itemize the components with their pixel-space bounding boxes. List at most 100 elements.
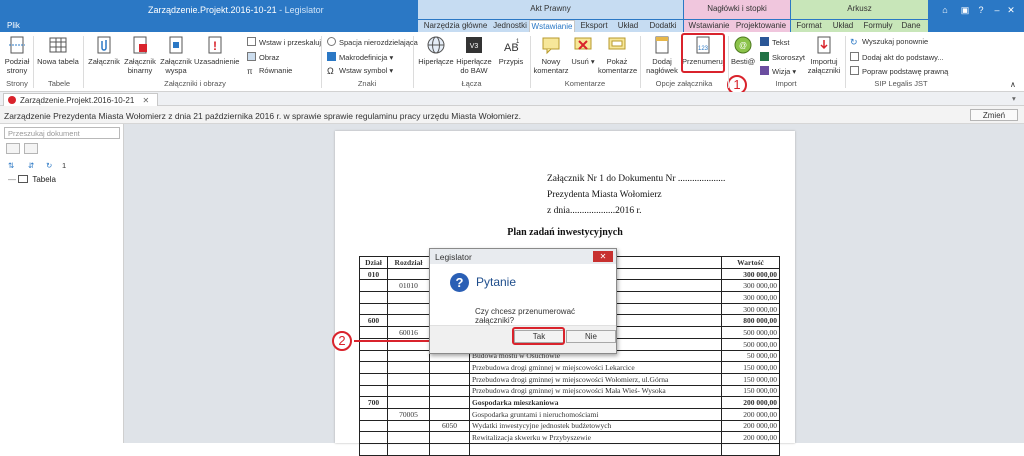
table-cell-name: Przebudowa drogi gminnej w miejscowości …: [469, 372, 722, 386]
skoroszyt-button[interactable]: Skoroszyt: [760, 52, 805, 62]
table-cell-rozdzial: [387, 361, 430, 374]
tab-projektowanie[interactable]: Projektowanie: [734, 20, 788, 32]
minimize-icon[interactable]: –: [990, 4, 1004, 16]
uzasadnienie-button[interactable]: ! Uzasadnienie: [194, 35, 239, 66]
table-cell-value: 300 000,00: [721, 267, 780, 281]
dodaj-akt-button[interactable]: Dodaj akt do podstawy...: [850, 52, 944, 62]
lock-icon[interactable]: ▣: [958, 4, 972, 16]
tab-narzedzia-glowne[interactable]: Narzędzia główne: [419, 20, 492, 32]
callout-number-2: 2: [332, 331, 352, 351]
zmien-button[interactable]: Zmień: [970, 109, 1018, 121]
podzial-strony-button[interactable]: Podział strony: [3, 35, 31, 75]
wstaw-przeskaluj-button[interactable]: Wstaw i przeskaluj: [247, 37, 321, 47]
przypis-button[interactable]: AB 1 Przypis: [496, 35, 526, 66]
tab-dodatki[interactable]: Dodatki: [644, 20, 682, 32]
tab-formuly[interactable]: Formuły: [861, 20, 895, 32]
table-row[interactable]: Rewitalizacja skwerku w Przybyszewie 200 …: [359, 431, 780, 444]
nowy-komentarz-button[interactable]: Nowy komentarz: [533, 35, 569, 75]
popraw-podstawe-button[interactable]: Popraw podstawę prawną: [850, 66, 948, 76]
pokaz-komentarze-button[interactable]: Pokaż komentarze: [598, 35, 637, 75]
rownanie-button[interactable]: π Równanie: [247, 66, 292, 76]
table-cell-value: 200 000,00: [721, 396, 780, 409]
group-label-komentarze: Komentarze: [564, 79, 606, 88]
globe-icon: [427, 36, 445, 54]
importuj-zalaczniki-button[interactable]: Importuj załączniki: [806, 35, 842, 75]
table-row[interactable]: Przebudowa drogi gminnej w miejscowości …: [359, 384, 780, 398]
wstaw-symbol-button[interactable]: Ω Wstaw symbol ▾: [327, 66, 393, 76]
table-row[interactable]: Przebudowa drogi gminnej w miejscowości …: [359, 372, 780, 386]
table-cell-rozdzial: [387, 372, 430, 386]
search-input[interactable]: Przeszukaj dokument: [4, 127, 120, 139]
table-row[interactable]: Przebudowa drogi gminnej w miejscowości …: [359, 361, 780, 374]
sidebar-tab-structure[interactable]: [6, 143, 20, 154]
makrodefinicja-button[interactable]: Makrodefinicja ▾: [327, 52, 393, 62]
baw-icon: V3: [466, 37, 482, 53]
collapse-ribbon-icon[interactable]: ∧: [1010, 80, 1016, 89]
usun-button[interactable]: Usuń ▾: [570, 35, 596, 66]
svg-text:!: !: [213, 39, 217, 53]
zalacznik-binarny-button[interactable]: Załącznik binarny: [122, 35, 158, 75]
plan-title: Plan zadań inwestycyjnych: [507, 227, 623, 238]
table-cell-name: Wydatki inwestycyjne jednostek budżetowy…: [469, 419, 722, 433]
wyszukaj-ponownie-button[interactable]: ↻ Wyszukaj ponownie: [850, 37, 928, 47]
dodaj-naglowek-button[interactable]: Dodaj nagłówek: [645, 35, 679, 75]
table-header-cell: Wartość: [721, 256, 780, 269]
highlight-przenumeruj: [681, 33, 725, 73]
refresh-tree-icon[interactable]: ↻: [46, 161, 52, 170]
table-row[interactable]: 700 Gospodarka mieszkaniowa 200 000,00: [359, 396, 780, 409]
table-cell-par: [429, 396, 470, 409]
wizja-button[interactable]: Wizja ▾: [760, 66, 796, 76]
tab-plik[interactable]: Plik: [0, 20, 34, 32]
home-icon[interactable]: ⌂: [938, 4, 952, 16]
table-cell-value: 500 000,00: [721, 326, 780, 339]
table-cell-rozdzial: 01010: [387, 279, 430, 293]
hiperlacze-baw-button[interactable]: V3 Hiperłącze do BAW: [455, 35, 493, 75]
table-row[interactable]: [359, 443, 780, 456]
tab-wstawianie-naglowki[interactable]: Wstawianie: [686, 20, 732, 32]
besti-button[interactable]: @ Besti@: [731, 35, 755, 66]
tab-jednostki[interactable]: Jednostki: [492, 20, 528, 32]
table-cell-par: [429, 443, 470, 456]
equation-icon: π: [247, 67, 253, 76]
hiperlacze-button[interactable]: Hiperłącze: [418, 35, 454, 66]
close-tab-icon[interactable]: ✕: [143, 96, 150, 105]
table-header-cell: Rozdział: [387, 256, 430, 269]
help-icon[interactable]: ?: [974, 4, 988, 16]
tab-eksport[interactable]: Eksport: [576, 20, 612, 32]
table-cell-value: 50 000,00: [721, 349, 780, 363]
nowa-tabela-button[interactable]: Nowa tabela: [37, 35, 79, 66]
add-act-icon: [850, 52, 859, 61]
zalacznik-wyspa-button[interactable]: Załącznik wyspa: [159, 35, 193, 75]
image-icon: [247, 52, 256, 61]
tab-format[interactable]: Format: [793, 20, 825, 32]
tree-item-tabela[interactable]: — Tabela: [8, 175, 56, 184]
window-title: Zarządzenie.Projekt.2016-10-21 - Legisla…: [148, 5, 324, 15]
table-row[interactable]: 6050 Wydatki inwestycyjne jednostek budże…: [359, 419, 780, 433]
tab-list-icon[interactable]: ▾: [1012, 94, 1016, 103]
table-row[interactable]: 70005 Gospodarka gruntami i nieruchomości…: [359, 407, 780, 421]
dialog-close-button[interactable]: ✕: [593, 251, 613, 262]
spacja-button[interactable]: Spacja nierozdzielająca: [327, 37, 418, 47]
add-header-icon: [655, 36, 669, 54]
no-button[interactable]: Nie: [566, 330, 616, 343]
tekst-button[interactable]: Tekst: [760, 37, 790, 47]
sidebar-tab-pages[interactable]: [24, 143, 38, 154]
highlight-yes-button: [512, 327, 565, 345]
table-cell-par: [429, 361, 470, 374]
tab-uklad[interactable]: Układ: [613, 20, 643, 32]
tab-dane[interactable]: Dane: [897, 20, 925, 32]
tab-uklad-arkusz[interactable]: Układ: [828, 20, 858, 32]
expand-icon[interactable]: ⇅: [8, 161, 14, 170]
table-cell-par: [429, 431, 470, 444]
svg-text:@: @: [739, 41, 747, 50]
obraz-button[interactable]: Obraz: [247, 52, 279, 62]
dialog-title: Legislator: [430, 249, 616, 264]
document-tab[interactable]: Zarządzenie.Projekt.2016-10-21 ✕: [3, 93, 159, 106]
ribbon-separator: [83, 36, 84, 88]
table-cell-value: 150 000,00: [721, 372, 780, 386]
close-icon[interactable]: ✕: [1004, 4, 1018, 16]
table-cell-name: Przebudowa drogi gminnej w miejscowości …: [469, 361, 722, 374]
zalacznik-button[interactable]: Załącznik: [87, 35, 121, 66]
collapse-icon[interactable]: ⇵: [28, 161, 34, 170]
table-cell-par: [429, 407, 470, 421]
